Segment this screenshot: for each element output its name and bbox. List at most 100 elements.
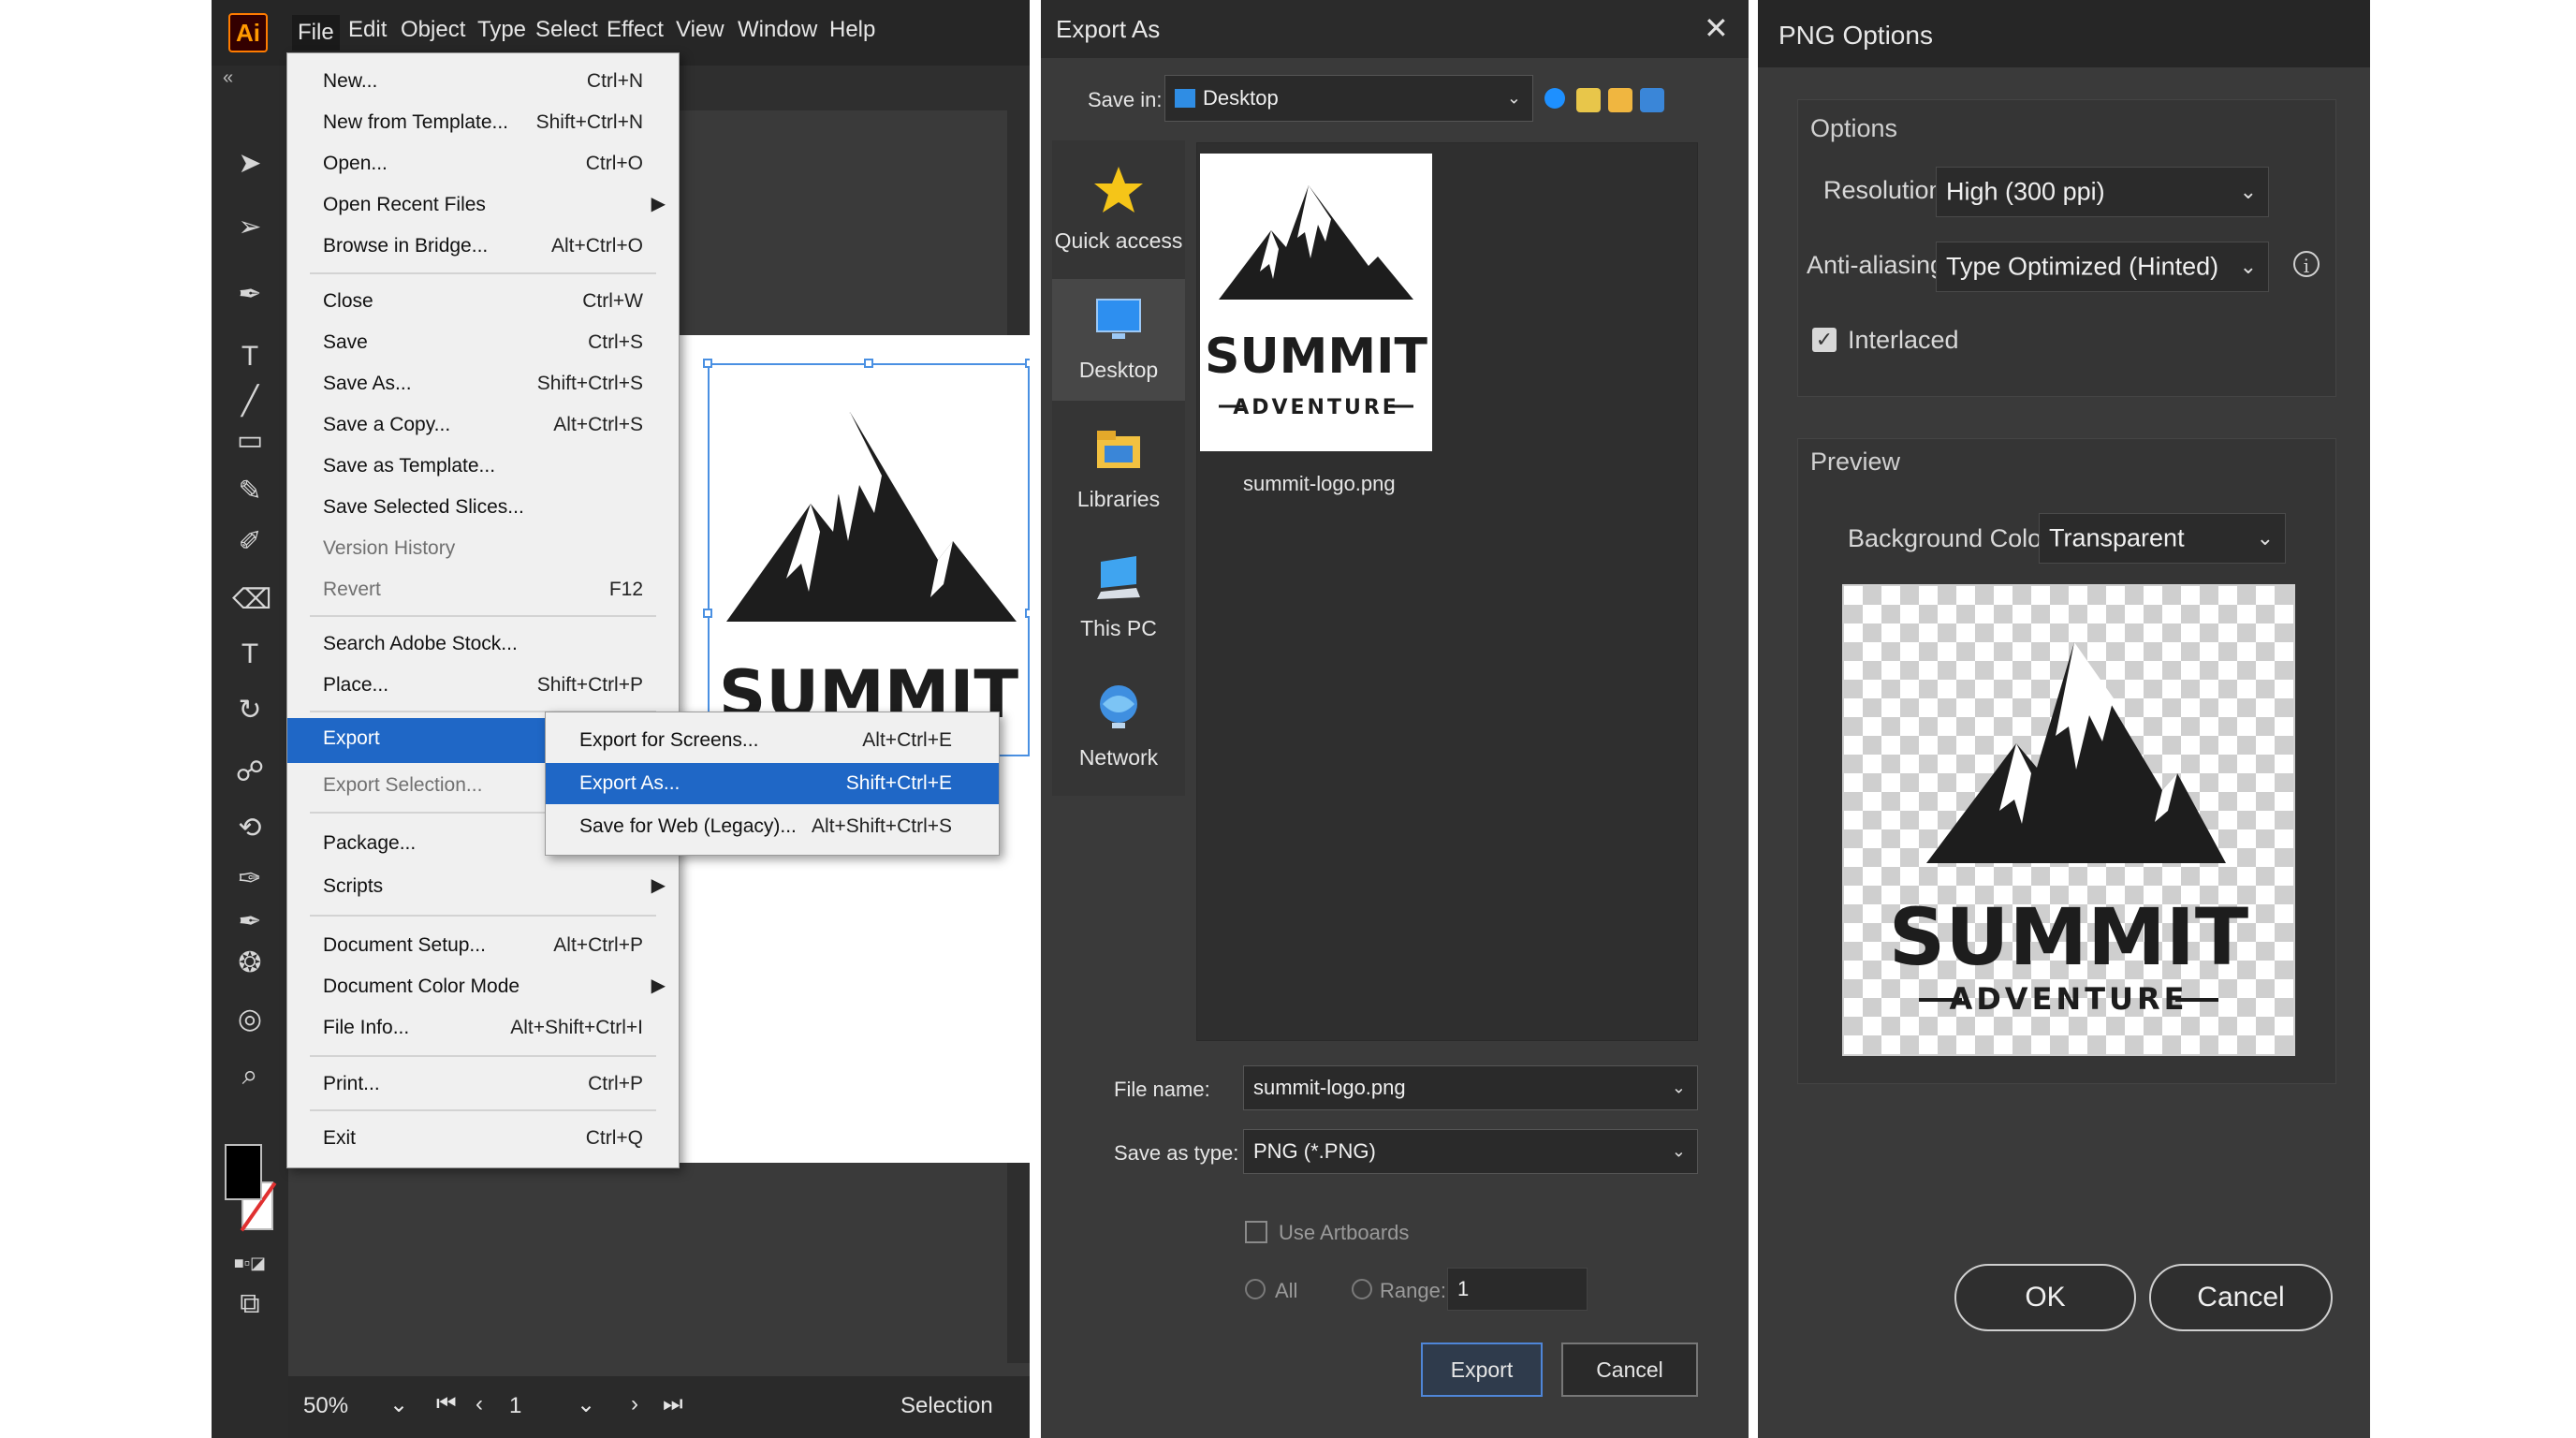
cancel-button[interactable]: Cancel	[2149, 1264, 2333, 1331]
menu-item-save-slices[interactable]: Save Selected Slices...	[287, 487, 679, 528]
menu-window[interactable]: Window	[738, 17, 817, 43]
place-network[interactable]: Network	[1052, 667, 1185, 788]
menu-item-new-from-template[interactable]: New from Template... Shift+Ctrl+N	[287, 102, 679, 143]
menu-item-save-for-web[interactable]: Save for Web (Legacy)... Alt+Shift+Ctrl+S	[546, 806, 999, 847]
back-icon[interactable]	[1544, 88, 1565, 109]
type-tool-icon[interactable]: T	[232, 339, 268, 374]
up-folder-icon[interactable]	[1576, 88, 1601, 112]
previous-artboard-icon[interactable]: ‹	[476, 1391, 483, 1417]
use-artboards-checkbox[interactable]	[1245, 1221, 1267, 1243]
place-this-pc[interactable]: This PC	[1052, 537, 1185, 659]
resize-handle[interactable]	[864, 359, 873, 368]
resolution-label: Resolution:	[1823, 176, 1951, 204]
artboard-tool-icon[interactable]: ◎	[232, 1002, 268, 1037]
zoom-level[interactable]: 50%	[303, 1393, 348, 1419]
artboard-number[interactable]: 1	[509, 1393, 521, 1419]
resize-handle[interactable]	[703, 359, 712, 368]
menu-item-save[interactable]: Save Ctrl+S	[287, 322, 679, 363]
rotate-tool-icon[interactable]: ↻	[232, 693, 268, 728]
menu-view[interactable]: View	[676, 17, 724, 43]
resolution-dropdown[interactable]: High (300 ppi) ⌄	[1936, 167, 2269, 217]
menu-item-save-template[interactable]: Save as Template...	[287, 446, 679, 487]
paintbrush-tool-icon[interactable]: ✎	[232, 474, 268, 509]
save-as-type-dropdown[interactable]: PNG (*.PNG) ⌄	[1243, 1129, 1698, 1174]
rectangle-tool-icon[interactable]: ▭	[232, 423, 268, 459]
file-name-input[interactable]: summit-logo.png ⌄	[1243, 1065, 1698, 1110]
first-artboard-icon[interactable]: ⏮	[436, 1391, 457, 1417]
selection-bounding-box[interactable]	[708, 363, 1030, 756]
range-input[interactable]: 1	[1447, 1268, 1588, 1311]
background-color-dropdown[interactable]: Transparent ⌄	[2039, 513, 2286, 564]
last-artboard-icon[interactable]: ⏭	[663, 1391, 683, 1417]
place-desktop[interactable]: Desktop	[1052, 279, 1185, 401]
resize-handle[interactable]	[1025, 609, 1030, 618]
menu-item-color-mode[interactable]: Document Color Mode ▶	[287, 966, 679, 1007]
menu-item-close[interactable]: Close Ctrl+W	[287, 281, 679, 322]
menu-type[interactable]: Type	[477, 17, 526, 43]
blend-tool-icon[interactable]: ✒	[232, 904, 268, 940]
anti-aliasing-dropdown[interactable]: Type Optimized (Hinted) ⌄	[1936, 242, 2269, 292]
new-folder-icon[interactable]	[1608, 88, 1632, 112]
ok-button[interactable]: OK	[1954, 1264, 2136, 1331]
info-icon[interactable]: i	[2293, 251, 2320, 277]
save-in-dropdown[interactable]: Desktop ⌄	[1164, 75, 1533, 122]
resize-handle[interactable]	[703, 609, 712, 618]
current-tool-status[interactable]: Selection	[900, 1393, 993, 1419]
menu-item-export-as[interactable]: Export As... Shift+Ctrl+E	[546, 763, 999, 804]
zoom-tool-icon[interactable]: ⌕	[232, 1058, 268, 1093]
eraser-tool-icon[interactable]: ⌫	[232, 582, 271, 618]
scale-tool-icon[interactable]: ⟲	[232, 811, 268, 846]
fill-swatch[interactable]	[225, 1144, 262, 1200]
menu-item-document-setup[interactable]: Document Setup... Alt+Ctrl+P	[287, 925, 679, 966]
all-radio[interactable]	[1245, 1279, 1266, 1299]
screen-mode-icon[interactable]: ⧉	[232, 1286, 268, 1322]
menu-item-print[interactable]: Print... Ctrl+P	[287, 1064, 679, 1105]
menu-help[interactable]: Help	[829, 17, 875, 43]
menu-effect[interactable]: Effect	[607, 17, 664, 43]
menu-item-revert[interactable]: Revert F12	[287, 569, 679, 610]
view-menu-icon[interactable]	[1640, 88, 1664, 112]
menu-item-browse-bridge[interactable]: Browse in Bridge... Alt+Ctrl+O	[287, 226, 679, 267]
line-tool-icon[interactable]: ╱	[232, 384, 268, 419]
menu-item-save-copy[interactable]: Save a Copy... Alt+Ctrl+S	[287, 404, 679, 446]
export-button[interactable]: Export	[1421, 1343, 1543, 1397]
menu-item-file-info[interactable]: File Info... Alt+Shift+Ctrl+I	[287, 1007, 679, 1049]
menu-file[interactable]: File	[292, 15, 340, 51]
menu-item-search-stock[interactable]: Search Adobe Stock...	[287, 624, 679, 665]
zoom-dropdown-icon[interactable]: ⌄	[389, 1391, 408, 1418]
close-icon[interactable]: ✕	[1704, 13, 1729, 43]
menu-item-place[interactable]: Place... Shift+Ctrl+P	[287, 665, 679, 706]
vertical-type-tool-icon[interactable]: T	[232, 637, 268, 672]
menu-item-exit[interactable]: Exit Ctrl+Q	[287, 1118, 679, 1159]
file-name-label[interactable]: summit-logo.png	[1243, 472, 1396, 496]
menu-item-version-history[interactable]: Version History	[287, 528, 679, 569]
menu-item-new[interactable]: New... Ctrl+N	[287, 61, 679, 102]
menu-object[interactable]: Object	[401, 17, 465, 43]
range-label: Range:	[1380, 1279, 1446, 1302]
menu-select[interactable]: Select	[535, 17, 598, 43]
menu-item-scripts[interactable]: Scripts ▶	[287, 866, 679, 907]
next-artboard-icon[interactable]: ›	[631, 1391, 638, 1417]
resize-handle[interactable]	[1025, 359, 1030, 368]
place-libraries[interactable]: Libraries	[1052, 408, 1185, 530]
place-quick-access[interactable]: Quick access	[1052, 150, 1185, 271]
menu-item-export-for-screens[interactable]: Export for Screens... Alt+Ctrl+E	[546, 720, 999, 761]
range-radio[interactable]	[1352, 1279, 1372, 1299]
cancel-button[interactable]: Cancel	[1561, 1343, 1698, 1397]
warp-tool-icon[interactable]: ☍	[232, 755, 268, 790]
artboard-dropdown-icon[interactable]: ⌄	[577, 1391, 595, 1418]
pen-tool-icon[interactable]: ✒	[232, 277, 268, 313]
menu-item-open[interactable]: Open... Ctrl+O	[287, 143, 679, 184]
direct-selection-tool-icon[interactable]: ➢	[232, 210, 268, 245]
color-mode-icon[interactable]: ■▫◪	[232, 1245, 268, 1281]
file-thumbnail[interactable]: SUMMIT ADVENTURE	[1200, 154, 1432, 451]
menu-item-open-recent[interactable]: Open Recent Files ▶	[287, 184, 679, 226]
menu-item-save-as[interactable]: Save As... Shift+Ctrl+S	[287, 363, 679, 404]
selection-tool-icon[interactable]: ➤	[232, 146, 268, 182]
shaper-tool-icon[interactable]: ✐	[232, 524, 268, 560]
collapse-panel-icon[interactable]: «	[223, 67, 233, 89]
eyedropper-tool-icon[interactable]: ✑	[232, 861, 268, 897]
interlaced-checkbox[interactable]: ✓	[1812, 328, 1837, 352]
symbol-sprayer-tool-icon[interactable]: ❂	[232, 946, 268, 981]
menu-edit[interactable]: Edit	[348, 17, 387, 43]
